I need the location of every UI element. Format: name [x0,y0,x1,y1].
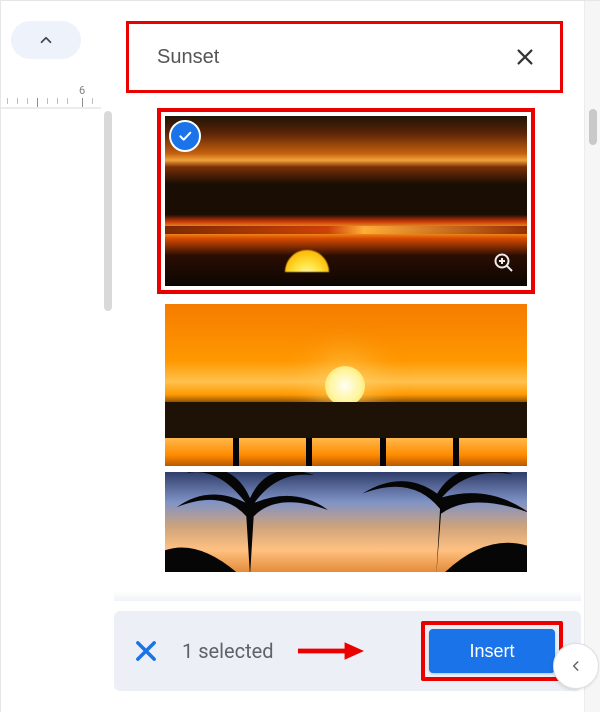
result-thumbnail-2[interactable] [165,304,527,466]
document-edge [1,107,101,109]
selection-count-label: 1 selected [182,639,274,663]
close-icon [132,637,160,665]
scrollbar-thumb[interactable] [589,109,597,145]
selection-footer: 1 selected Insert [114,611,581,691]
chevron-left-icon [569,659,583,673]
result-thumbnail-3[interactable] [165,472,527,572]
palm-silhouette-icon [165,472,345,572]
palm-silhouette-icon [341,472,527,572]
insert-button[interactable]: Insert [429,629,555,673]
search-field-highlight [126,21,563,93]
toolbar-collapse-button[interactable] [11,21,81,59]
insert-button-highlight: Insert [421,621,563,681]
clear-search-button[interactable] [512,44,538,70]
annotation-arrow-icon [296,640,364,662]
panel-scrollbar[interactable] [104,111,112,311]
deselect-button[interactable] [132,637,160,665]
selection-check-badge [169,120,201,152]
result-thumbnail-1[interactable] [165,116,527,286]
zoom-preview-button[interactable] [491,250,517,276]
close-icon [514,46,536,68]
ruler-tick-label: 6 [79,84,85,97]
side-panel-toggle[interactable] [553,643,599,689]
check-icon [177,128,193,144]
magnifier-plus-icon [492,251,516,275]
results-fade-overlay [114,591,581,601]
image-results [151,116,541,578]
search-input[interactable] [155,45,512,70]
chevron-up-icon [37,31,55,49]
window-scrollbar[interactable] [584,1,600,712]
